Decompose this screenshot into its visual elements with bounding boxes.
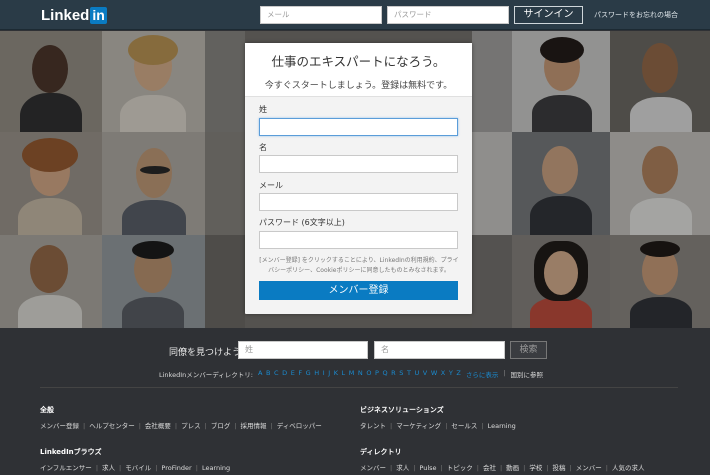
footer-link[interactable]: ディベロッパー [277, 422, 322, 430]
last-name-field[interactable] [259, 155, 458, 173]
signin-button[interactable]: サインイン [514, 6, 583, 24]
footer-business-title: ビジネスソリューションズ [360, 406, 444, 414]
directory-more-link[interactable]: さらに表示 [466, 369, 499, 379]
footer-general-title: 全般 [40, 406, 54, 414]
footer-link[interactable]: マーケティング [396, 422, 441, 430]
footer-link[interactable]: 動画 [506, 464, 519, 472]
signup-title: 仕事のエキスパートになろう。 [271, 54, 446, 69]
footer-link[interactable]: 会社概要 [145, 422, 171, 430]
browse-by-country-link[interactable]: 国別に参照 [511, 369, 544, 379]
password-label: パスワード (6文字以上) [259, 218, 345, 227]
password-field[interactable] [259, 231, 458, 249]
footer-link[interactable]: 求人 [396, 464, 409, 472]
divider: | [503, 369, 506, 377]
last-name-label: 名 [259, 143, 267, 152]
footer-link[interactable]: セールス [451, 422, 477, 430]
terms-notice: [メンバー登録] をクリックすることにより、LinkedInの利用規約、プライバ… [259, 257, 459, 274]
footer-link[interactable]: 学校 [529, 464, 542, 472]
footer-link[interactable]: トピック [447, 464, 473, 472]
footer-browse-title: LinkedInブラウズ [40, 448, 102, 456]
footer-directories-links: メンバー | 求人 | Pulse | トピック | 会社 | 動画 | 学校 | 投稿 | メンバー | 人気の求… [360, 464, 645, 472]
footer-link[interactable]: 会社 [483, 464, 496, 472]
email-label: メール [259, 181, 283, 190]
footer-directories-title: ディレクトリ [360, 448, 402, 456]
footer-link[interactable]: Learning [202, 464, 230, 472]
footer-link[interactable]: メンバー [360, 464, 386, 472]
signup-header: 仕事のエキスパートになろう。 今すぐスタートしましょう。登録は無料です。 [245, 43, 472, 97]
forgot-password-link[interactable]: パスワードをお忘れの場合 [594, 10, 678, 20]
search-button[interactable]: 検索 [510, 341, 547, 359]
logo-text: Linked [41, 6, 90, 24]
footer-link[interactable]: 人気の求人 [612, 464, 645, 472]
header-email-input[interactable]: メール [260, 6, 382, 24]
footer-divider [40, 387, 678, 388]
first-name-field[interactable] [259, 118, 458, 136]
footer-link[interactable]: メンバー登録 [40, 422, 79, 430]
signup-subtitle: 今すぐスタートしましょう。登録は無料です。 [264, 81, 453, 91]
email-field[interactable] [259, 193, 458, 211]
footer-link[interactable]: タレント [360, 422, 386, 430]
header-password-input[interactable]: パスワード [387, 6, 509, 24]
footer-link[interactable]: ヘルプセンター [89, 422, 135, 430]
directory-letters[interactable]: A B C D E F G H I J K L M N O P Q R S T … [258, 369, 461, 379]
member-directory: LinkedInメンバーディレクトリ: A B C D E F G H I J … [159, 369, 543, 379]
footer-link[interactable]: 採用情報 [241, 422, 267, 430]
footer-general-links: メンバー登録 | ヘルプセンター | 会社概要 | プレス | ブログ | 採用情報 | ディベロッパー [40, 422, 322, 430]
footer-link[interactable]: Pulse [419, 464, 436, 472]
footer-link[interactable]: モバイル [125, 464, 151, 472]
find-first-name-input[interactable]: 姓 [238, 341, 368, 359]
top-nav: Linked in メール パスワード サインイン パスワードをお忘れの場合 [0, 0, 710, 30]
first-name-label: 姓 [259, 105, 267, 114]
find-colleagues-label: 同僚を見つけよう [169, 348, 242, 358]
join-button[interactable]: メンバー登録 [259, 281, 458, 300]
footer-link[interactable]: メンバー [576, 464, 602, 472]
footer-link[interactable]: インフルエンサー [40, 464, 92, 472]
footer-link[interactable]: ProFinder [161, 464, 191, 472]
logo-in-badge: in [90, 6, 107, 24]
signup-panel: 仕事のエキスパートになろう。 今すぐスタートしましょう。登録は無料です。 姓 名… [245, 43, 472, 314]
footer-link[interactable]: Learning [488, 422, 516, 430]
footer-link[interactable]: 求人 [102, 464, 115, 472]
find-last-name-input[interactable]: 名 [374, 341, 505, 359]
directory-label: LinkedInメンバーディレクトリ: [159, 371, 253, 379]
footer-browse-links: インフルエンサー | 求人 | モバイル | ProFinder | Learning [40, 464, 231, 472]
footer-business-links: タレント | マーケティング | セールス | Learning [360, 422, 516, 430]
footer-link[interactable]: ブログ [211, 422, 231, 430]
linkedin-logo[interactable]: Linked in [41, 6, 107, 24]
footer-link[interactable]: プレス [181, 422, 201, 430]
footer-link[interactable]: 投稿 [553, 464, 566, 472]
